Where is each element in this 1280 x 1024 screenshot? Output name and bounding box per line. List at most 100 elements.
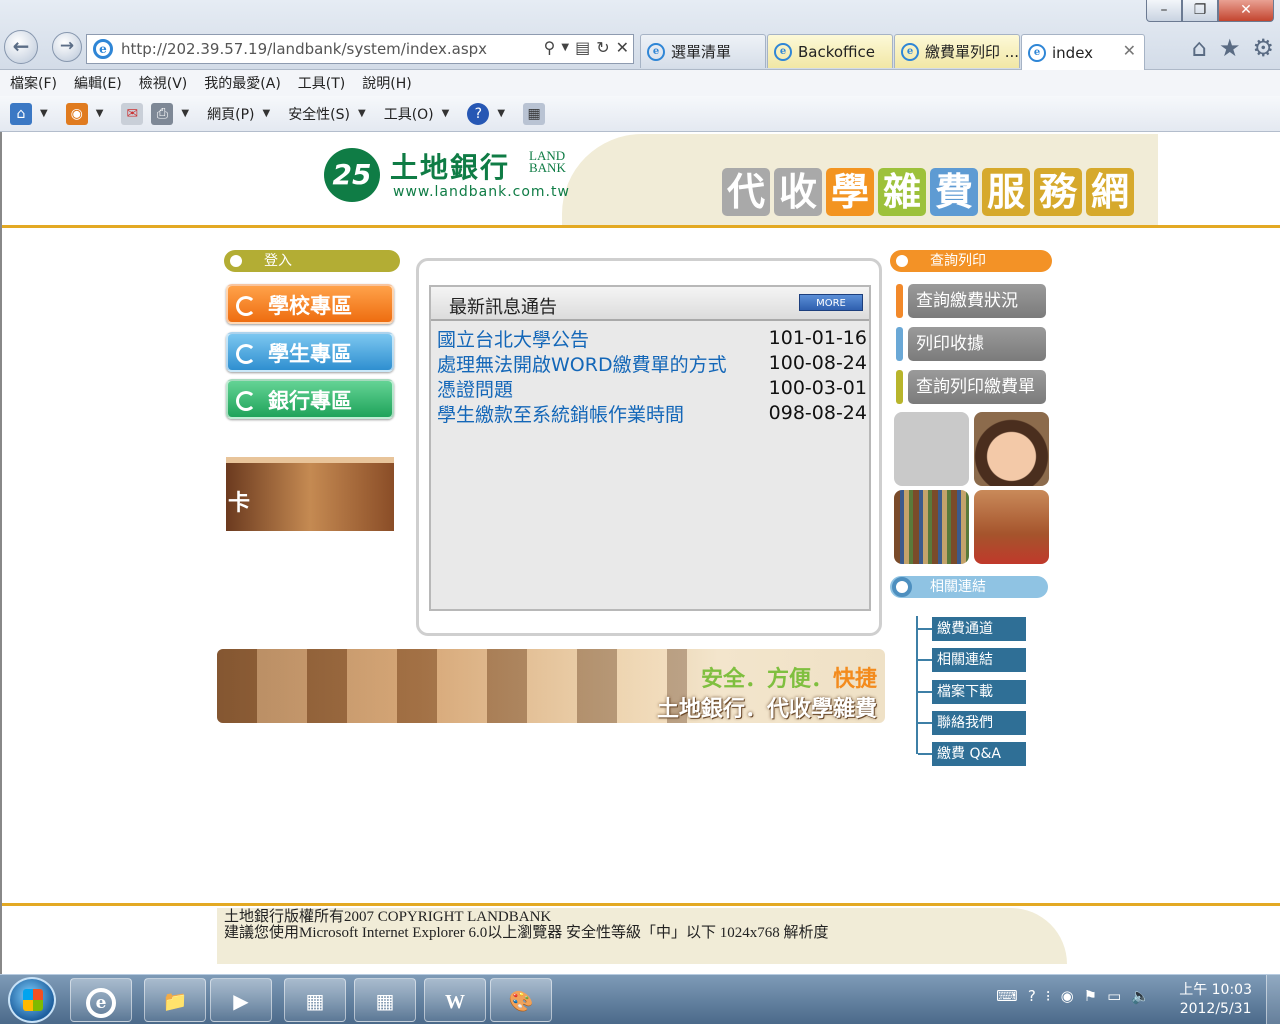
favorites-star-icon[interactable]: ★ [1219,34,1241,62]
menu-help[interactable]: 說明(H) [362,73,411,93]
caret-icon[interactable]: ▼ [96,108,104,119]
taskbar-ie-icon[interactable]: e [70,978,132,1022]
student-area-button[interactable]: 學生專區 [226,332,394,372]
gear-icon[interactable]: ⚙ [1252,34,1274,62]
ie-tab-icon: e [1028,43,1046,62]
caret-icon[interactable]: ▼ [358,108,366,119]
taskbar-paint-icon[interactable]: 🎨 [490,978,552,1022]
show-desktop-button[interactable] [1266,975,1280,1024]
tab-1[interactable]: e 選單清單 [640,34,766,68]
photo-tile [894,412,969,486]
start-button[interactable] [8,977,56,1023]
window-controls: – ❐ ✕ [1146,0,1274,22]
menu-view[interactable]: 檢視(V) [139,73,188,93]
research-icon[interactable]: ▦ [523,102,546,125]
mail-icon[interactable]: ✉ [121,102,144,125]
banner-tagline: 土地銀行．代收學雜費 [656,697,877,722]
tab-2[interactable]: e Backoffice [767,34,893,68]
related-links-label: 相關連結 [930,579,986,595]
more-button[interactable]: MORE [799,294,863,311]
network-icon[interactable]: ▭ [1107,987,1121,1005]
dropdown-icon[interactable]: ▼ [561,38,569,58]
taskbar-folder-icon[interactable]: 📁 [144,978,206,1022]
tray-arrow-icon[interactable]: ⁝ [1046,987,1051,1005]
compatibility-icon[interactable]: ▤ [575,38,590,58]
menu-file[interactable]: 檔案(F) [10,73,57,93]
news-box: 最新訊息通告 MORE 國立台北大學公告 101-01-16 處理無法開啟WOR… [429,285,871,611]
flag-icon[interactable]: ⚑ [1084,987,1097,1005]
page-menu[interactable]: 網頁(P) [207,104,254,124]
minimize-icon[interactable]: – [1146,0,1182,22]
news-link[interactable]: 國立台北大學公告 [437,325,589,352]
button-label: 學校專區 [268,294,352,318]
tab-3[interactable]: e 繳費單列印 ... [894,34,1020,68]
menu-favorites[interactable]: 我的最愛(A) [204,73,281,93]
site-title: 代 收 學 雜 費 服 務 網 [722,168,1134,216]
print-icon[interactable]: ⎙ [151,102,174,125]
stop-icon[interactable]: ✕ [616,38,629,58]
caret-icon[interactable]: ▼ [442,108,450,119]
bank-area-button[interactable]: 銀行專區 [226,379,394,419]
student-reading-photo [974,490,1049,564]
taskbar-word-icon[interactable]: W [424,978,486,1022]
news-link[interactable]: 學生繳款至系統銷帳作業時間 [437,400,684,427]
landbank-logo-icon[interactable]: 25 [324,148,380,202]
home-icon[interactable]: ⌂ [10,102,32,125]
maximize-icon[interactable]: ❐ [1182,0,1218,22]
safety-menu[interactable]: 安全性(S) [288,104,350,124]
taskbar-calendar-icon[interactable]: ▦ [284,978,346,1022]
home-icon[interactable]: ⌂ [1192,34,1207,62]
system-tray: ⌨ ? ⁝ ◉ ⚑ ▭ 🔈 [996,987,1150,1005]
school-area-button[interactable]: 學校專區 [226,284,394,324]
print-bill-button[interactable]: 查詢列印繳費單 [908,370,1046,404]
search-icon[interactable]: ⚲ [544,38,556,58]
news-title: 最新訊息通告 [449,297,557,318]
ie-icon: e [86,987,116,1018]
news-list: 國立台北大學公告 101-01-16 處理無法開啟WORD繳費單的方式 100-… [437,325,867,427]
news-link[interactable]: 憑證問題 [437,375,513,402]
taskbar-calendar-icon-2[interactable]: ▦ [354,978,416,1022]
print-receipt-button[interactable]: 列印收據 [908,327,1046,361]
security-icon[interactable]: ◉ [1061,987,1074,1005]
back-button[interactable]: ← [4,30,38,64]
query-payment-status-button[interactable]: 查詢繳費狀況 [908,284,1046,318]
taskbar-media-player-icon[interactable]: ▶ [210,978,272,1022]
help-icon[interactable]: ? [467,102,490,125]
tree-connector [918,659,932,661]
news-link[interactable]: 處理無法開啟WORD繳費單的方式 [437,350,727,377]
tools-menu[interactable]: 工具(O) [384,104,434,124]
address-bar[interactable]: e http://202.39.57.19/landbank/system/in… [86,34,634,64]
link-related[interactable]: 相關連結 [932,648,1026,672]
section-dot-icon [226,251,246,271]
link-contact-us[interactable]: 聯絡我們 [932,711,1026,735]
help-icon[interactable]: ? [1028,987,1036,1005]
caret-icon[interactable]: ▼ [40,108,48,119]
link-file-download[interactable]: 檔案下載 [932,680,1026,704]
menu-tools[interactable]: 工具(T) [298,73,345,93]
clock[interactable]: 上午 10:03 2012/5/31 [1179,981,1252,1019]
rss-feed-icon[interactable]: ◉ [65,102,88,125]
news-date: 100-08-24 [768,352,867,374]
caret-icon[interactable]: ▼ [262,108,270,119]
tab-label: Backoffice [798,42,876,61]
news-date: 098-08-24 [768,402,867,424]
close-window-icon[interactable]: ✕ [1218,0,1274,22]
query-label: 查詢列印 [930,253,986,269]
forward-button[interactable]: → [52,32,82,62]
keyboard-icon[interactable]: ⌨ [996,987,1018,1005]
photo-collage [894,412,1049,564]
title-char: 務 [1034,168,1082,216]
caret-icon[interactable]: ▼ [497,108,505,119]
link-payment-channel[interactable]: 繳費通道 [932,617,1026,641]
card-promo-image[interactable]: 卡 [226,457,394,531]
refresh-icon[interactable]: ↻ [596,38,609,58]
link-payment-faq[interactable]: 繳費 Q&A [932,742,1026,766]
close-tab-icon[interactable]: ✕ [1123,41,1136,60]
tree-connector [918,628,932,630]
volume-icon[interactable]: 🔈 [1131,987,1150,1005]
tab-active[interactable]: e index ✕ [1021,34,1145,70]
banner-slogan-a: 安全．方便． [700,667,833,692]
caret-icon[interactable]: ▼ [181,108,189,119]
ie-tab-icon: e [774,42,792,61]
menu-edit[interactable]: 編輯(E) [74,73,122,93]
